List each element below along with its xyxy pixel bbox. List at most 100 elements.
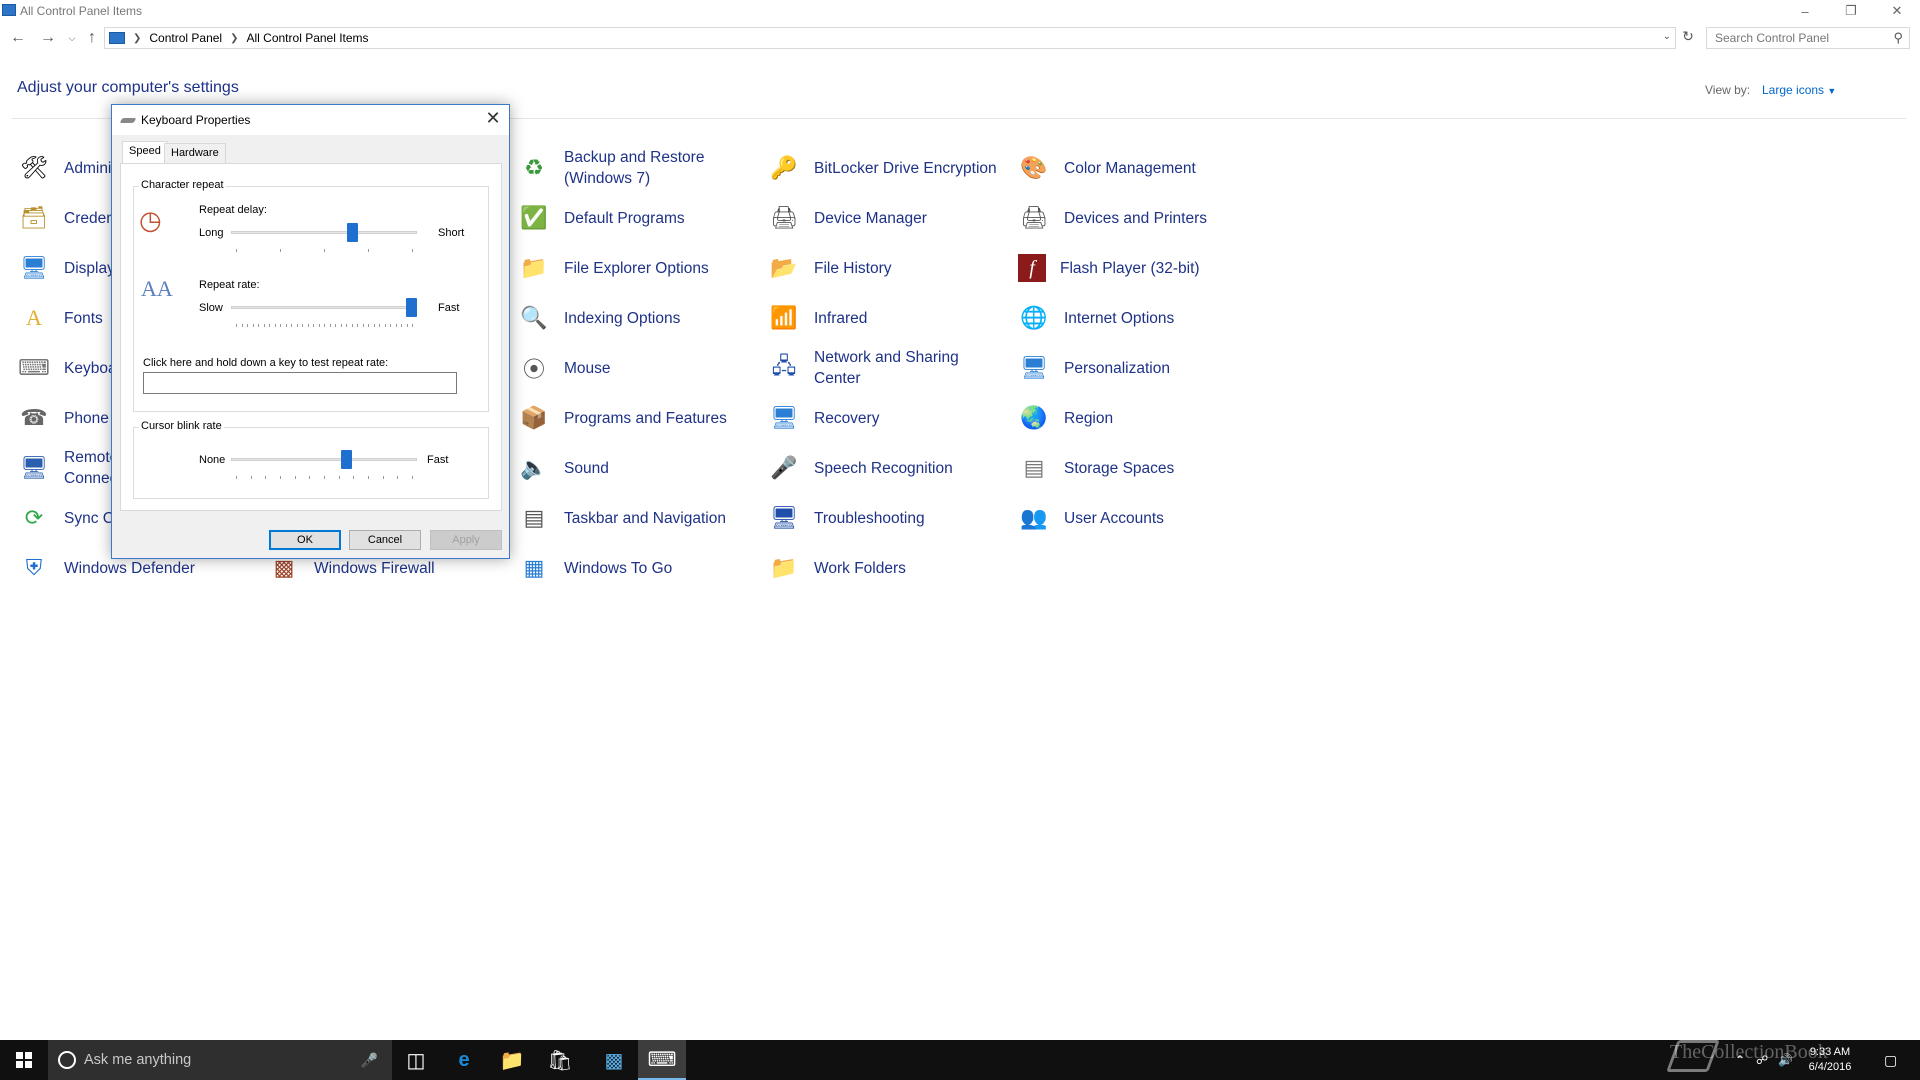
cortana-icon — [58, 1051, 76, 1069]
cursor-blink-track — [231, 458, 417, 461]
cancel-button[interactable]: Cancel — [349, 530, 421, 550]
item-color-management[interactable]: 🎨 Color Management — [1018, 146, 1196, 190]
item-phone-modem[interactable]: ☎ Phone — [18, 396, 109, 440]
item-label: User Accounts — [1064, 509, 1164, 527]
bitlocker-icon: 🔑 — [770, 155, 798, 180]
tab-hardware[interactable]: Hardware — [164, 143, 226, 163]
search-input[interactable]: Search Control Panel ⚲ — [1706, 27, 1910, 49]
recent-locations-chevron-icon[interactable]: ⌵ — [62, 33, 82, 44]
item-infrared[interactable]: 📶 Infrared — [768, 296, 867, 340]
item-internet-options[interactable]: 🌐 Internet Options — [1018, 296, 1174, 340]
item-label: Infrared — [814, 309, 868, 327]
windows-logo-icon — [16, 1052, 32, 1068]
address-bar[interactable]: ❯ Control Panel ❯ All Control Panel Item… — [104, 27, 1676, 49]
breadcrumb-control-panel[interactable]: Control Panel — [149, 31, 222, 45]
speed-tab-panel: Character repeat ◷ Repeat delay: Long Sh… — [120, 163, 502, 511]
repeat-rate-slider[interactable] — [406, 298, 417, 317]
backup-restore-icon: ♻ — [524, 155, 544, 180]
flash-player-icon: f — [1018, 254, 1046, 282]
view-by-value: Large icons — [1762, 83, 1825, 97]
search-icon[interactable]: ⚲ — [1893, 30, 1903, 46]
troubleshooting-icon: 🖥 — [770, 505, 798, 530]
cortana-search-box[interactable]: Ask me anything 🎤 — [48, 1040, 392, 1080]
breadcrumb-all-items[interactable]: All Control Panel Items — [247, 31, 369, 45]
microphone-icon[interactable]: 🎤 — [361, 1052, 378, 1069]
view-by-dropdown[interactable]: Large icons ▼ — [1762, 83, 1836, 97]
item-file-explorer-options[interactable]: 📁 File Explorer Options — [518, 246, 708, 290]
group-legend: Cursor blink rate — [139, 420, 224, 432]
ok-button[interactable]: OK — [269, 530, 341, 550]
page-title: Adjust your computer's settings — [17, 79, 239, 96]
item-devices-printers[interactable]: 🖨 Devices and Printers — [1018, 196, 1207, 240]
item-label: Taskbar and Navigation — [564, 509, 726, 527]
item-region[interactable]: 🌏 Region — [1018, 396, 1113, 440]
item-backup-restore[interactable]: ♻ Backup and Restore (Windows 7) — [518, 146, 714, 190]
item-default-programs[interactable]: ✅ Default Programs — [518, 196, 684, 240]
forward-arrow-icon[interactable]: → — [38, 29, 58, 47]
breadcrumb-separator-icon: ❯ — [133, 32, 142, 44]
item-label: Windows To Go — [564, 559, 673, 577]
item-label: Devices and Printers — [1064, 209, 1208, 227]
start-button[interactable] — [0, 1040, 48, 1080]
phone-modem-icon: ☎ — [20, 405, 48, 430]
item-network-sharing[interactable]: 🖧 Network and Sharing Center — [768, 346, 964, 390]
close-icon[interactable]: ✕ — [1874, 0, 1920, 22]
keyboard-properties-taskbar-icon[interactable]: ⌨ — [638, 1040, 686, 1080]
repeat-delay-track — [231, 231, 417, 234]
item-remoteapp[interactable]: 🖥 Remote Connec — [18, 446, 124, 490]
item-label: Creden — [64, 209, 115, 227]
default-programs-icon: ✅ — [520, 205, 548, 230]
item-taskbar-navigation[interactable]: ▤ Taskbar and Navigation — [518, 496, 726, 540]
item-sound[interactable]: 🔈 Sound — [518, 446, 609, 490]
back-arrow-icon[interactable]: ← — [8, 29, 28, 47]
close-icon[interactable]: ✕ — [483, 108, 503, 129]
network-sharing-icon: 🖧 — [771, 353, 797, 378]
windows-defender-icon: ⛨ — [25, 555, 43, 580]
item-mouse[interactable]: ⦿ Mouse — [518, 346, 611, 390]
item-storage-spaces[interactable]: ▤ Storage Spaces — [1018, 446, 1175, 490]
minimize-icon[interactable]: – — [1782, 0, 1828, 22]
item-speech-recognition[interactable]: 🎤 Speech Recognition — [768, 446, 952, 490]
item-sync-center[interactable]: ⟳ Sync C — [18, 496, 114, 540]
up-arrow-icon[interactable]: ↑ — [82, 29, 102, 47]
item-troubleshooting[interactable]: 🖥 Troubleshooting — [768, 496, 925, 540]
repeat-delay-slider[interactable] — [346, 223, 358, 242]
item-personalization[interactable]: 🖥 Personalization — [1018, 346, 1170, 390]
item-display[interactable]: 🖥 Display — [18, 246, 115, 290]
watermark-text: TheCollectionBook — [1670, 1041, 1828, 1063]
item-fonts[interactable]: A Fonts — [18, 296, 103, 340]
control-panel-taskbar-icon[interactable]: ▩ — [590, 1040, 638, 1080]
item-administrative-tools[interactable]: 🛠 Admini — [18, 146, 111, 190]
item-indexing-options[interactable]: 🔍 Indexing Options — [518, 296, 680, 340]
tab-speed[interactable]: Speed — [122, 141, 168, 164]
group-legend: Character repeat — [139, 179, 226, 191]
restore-icon[interactable]: ❐ — [1828, 0, 1874, 22]
apply-button[interactable]: Apply — [430, 530, 502, 550]
item-file-history[interactable]: 📂 File History — [768, 246, 891, 290]
item-programs-features[interactable]: 📦 Programs and Features — [518, 396, 727, 440]
action-center-icon[interactable]: ▢ — [1884, 1040, 1897, 1080]
task-view-icon[interactable]: ◫ — [392, 1040, 440, 1080]
edge-browser-icon[interactable]: e — [440, 1040, 488, 1080]
test-repeat-input[interactable] — [143, 372, 457, 394]
breadcrumb-separator-icon: ❯ — [230, 32, 239, 44]
item-credential-manager[interactable]: 🗃 Creden — [18, 196, 115, 240]
file-explorer-icon[interactable]: 📁 — [488, 1040, 536, 1080]
region-icon: 🌏 — [1020, 405, 1048, 430]
item-keyboard[interactable]: ⌨ Keyboa — [18, 346, 116, 390]
item-flash-player[interactable]: f Flash Player (32-bit) — [1018, 246, 1200, 290]
store-icon[interactable]: 🛍 — [536, 1040, 584, 1080]
chevron-down-icon[interactable]: ⌄ — [1663, 31, 1671, 42]
control-panel-small-icon — [109, 32, 125, 44]
item-user-accounts[interactable]: 👥 User Accounts — [1018, 496, 1164, 540]
item-windows-to-go[interactable]: ▦ Windows To Go — [518, 546, 673, 590]
item-work-folders[interactable]: 📁 Work Folders — [768, 546, 906, 590]
cursor-blink-slider[interactable] — [341, 450, 353, 469]
refresh-icon[interactable]: ↻ — [1678, 28, 1698, 45]
item-recovery[interactable]: 🖥 Recovery — [768, 396, 879, 440]
cortana-placeholder: Ask me anything — [84, 1052, 192, 1068]
personalization-icon: 🖥 — [1020, 355, 1048, 380]
item-bitlocker[interactable]: 🔑 BitLocker Drive Encryption — [768, 146, 996, 190]
control-panel-icon — [2, 4, 16, 16]
item-device-manager[interactable]: 🖨 Device Manager — [768, 196, 927, 240]
